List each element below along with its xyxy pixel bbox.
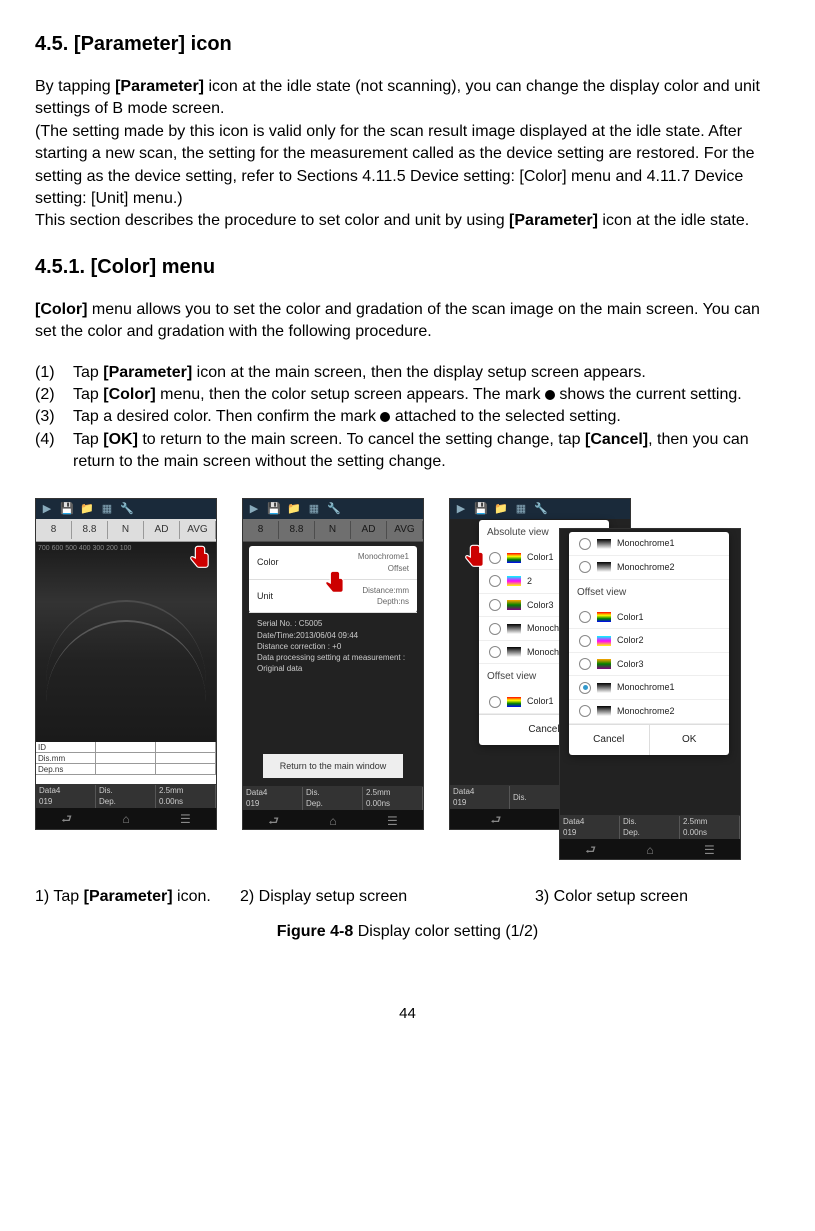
screenshot-display-setup: ▶ 💾 📁 ▦ 🔧 8 8.8 N AD AVG Color Monochrom… xyxy=(242,498,424,830)
color-option[interactable]: Color1 xyxy=(569,606,729,630)
param-row: 8 8.8 N AD AVG xyxy=(243,519,423,542)
param-cell[interactable]: AD xyxy=(144,521,180,539)
device-info: Serial No. : C5005 Date/Time:2013/06/04 … xyxy=(249,614,417,678)
wrench-icon[interactable]: 🔧 xyxy=(534,502,548,516)
save-icon[interactable]: 💾 xyxy=(474,502,488,516)
screenshot-main: ▶ 💾 📁 ▦ 🔧 8 8.8 N AD AVG 700 600 500 400… xyxy=(35,498,217,830)
data-footer: Data4019 Dis.Dep. 2.5mm0.00ns xyxy=(243,786,423,810)
color-intro: [Color] menu allows you to set the color… xyxy=(35,299,780,344)
param-cell[interactable]: AVG xyxy=(180,521,216,539)
step-number: (4) xyxy=(35,429,73,474)
play-icon[interactable]: ▶ xyxy=(454,502,468,516)
color-option[interactable]: Monochrome2 xyxy=(569,700,729,724)
folder-icon[interactable]: 📁 xyxy=(494,502,508,516)
step-text: Tap [Color] menu, then the color setup s… xyxy=(73,384,780,406)
back-icon[interactable]: ⮐ xyxy=(268,813,279,830)
step-text: Tap a desired color. Then confirm the ma… xyxy=(73,406,780,428)
bullet-mark-icon xyxy=(545,390,555,400)
folder-icon[interactable]: 📁 xyxy=(80,502,94,516)
color-option[interactable]: Monochrome2 xyxy=(569,556,729,580)
grid-icon[interactable]: ▦ xyxy=(514,502,528,516)
offset-view-header: Offset view xyxy=(569,580,729,606)
bullet-mark-icon xyxy=(380,412,390,422)
color-option[interactable]: Monochrome1 xyxy=(569,676,729,700)
x-ruler: 700 600 500 400 300 200 100 xyxy=(36,542,133,556)
result-grid: ID Dis.mm Dep.ns xyxy=(36,742,216,784)
back-icon[interactable]: ⮐ xyxy=(585,842,596,859)
figures-row: ▶ 💾 📁 ▦ 🔧 8 8.8 N AD AVG 700 600 500 400… xyxy=(35,498,780,868)
recent-icon[interactable]: ☰ xyxy=(387,813,398,830)
play-icon[interactable]: ▶ xyxy=(247,502,261,516)
page-number: 44 xyxy=(35,1003,780,1024)
back-icon[interactable]: ⮐ xyxy=(490,812,501,829)
step-text: Tap [Parameter] icon at the main screen,… xyxy=(73,362,780,384)
step-text: Tap [OK] to return to the main screen. T… xyxy=(73,429,780,474)
figure-captions-row: 1) Tap [Parameter] icon. 2) Display setu… xyxy=(35,886,780,908)
home-icon[interactable]: ⌂ xyxy=(122,811,129,828)
save-icon[interactable]: 💾 xyxy=(267,502,281,516)
recent-icon[interactable]: ☰ xyxy=(180,811,191,828)
save-icon[interactable]: 💾 xyxy=(60,502,74,516)
step-number: (3) xyxy=(35,406,73,428)
grid-icon[interactable]: ▦ xyxy=(100,502,114,516)
color-option[interactable]: Monochrome1 xyxy=(569,532,729,556)
param-cell[interactable]: 8.8 xyxy=(72,521,108,539)
ok-button[interactable]: OK xyxy=(649,724,730,755)
return-button[interactable]: Return to the main window xyxy=(263,754,403,779)
param-cell[interactable]: N xyxy=(108,521,144,539)
figure-caption: Figure 4-8 Display color setting (1/2) xyxy=(35,921,780,943)
param-cell[interactable]: 8 xyxy=(36,521,72,539)
play-icon[interactable]: ▶ xyxy=(40,502,54,516)
grid-icon[interactable]: ▦ xyxy=(307,502,321,516)
data-footer: Data4019 Dis.Dep. 2.5mm0.00ns xyxy=(36,784,216,808)
pointing-hand-icon xyxy=(186,544,214,572)
color-option[interactable]: Color3 xyxy=(569,653,729,677)
section-heading: 4.5. [Parameter] icon xyxy=(35,30,780,58)
caption-3: 3) Color setup screen xyxy=(535,886,780,908)
home-icon[interactable]: ⌂ xyxy=(329,813,336,830)
pointing-hand-icon xyxy=(461,543,489,571)
color-popup-full: Monochrome1 Monochrome2 Offset view Colo… xyxy=(569,532,729,754)
screenshot-color-setup: ▶ 💾 📁 ▦ 🔧 Data4019 Dis. ⮐ ⌂ Absolute vie… xyxy=(449,498,739,868)
wrench-icon[interactable]: 🔧 xyxy=(120,502,134,516)
pointing-hand-icon xyxy=(321,569,349,597)
scan-image: 700 600 500 400 300 200 100 xyxy=(36,542,216,742)
android-nav: ⮐ ⌂ ☰ xyxy=(243,810,423,830)
folder-icon[interactable]: 📁 xyxy=(287,502,301,516)
steps-list: (1) Tap [Parameter] icon at the main scr… xyxy=(35,362,780,474)
step-number: (2) xyxy=(35,384,73,406)
cancel-button[interactable]: Cancel xyxy=(569,724,649,755)
home-icon[interactable]: ⌂ xyxy=(646,842,653,859)
wrench-icon[interactable]: 🔧 xyxy=(327,502,341,516)
color-option[interactable]: Color2 xyxy=(569,629,729,653)
param-row: 8 8.8 N AD AVG xyxy=(36,519,216,542)
back-icon[interactable]: ⮐ xyxy=(61,811,72,828)
intro-paragraph: By tapping [Parameter] icon at the idle … xyxy=(35,76,780,233)
recent-icon[interactable]: ☰ xyxy=(704,842,715,859)
caption-2: 2) Display setup screen xyxy=(240,886,535,908)
subsection-heading: 4.5.1. [Color] menu xyxy=(35,253,780,281)
app-toolbar: ▶ 💾 📁 ▦ 🔧 xyxy=(36,499,216,519)
caption-1: 1) Tap [Parameter] icon. xyxy=(35,886,240,908)
android-nav: ⮐ ⌂ ☰ xyxy=(36,808,216,830)
app-toolbar: ▶ 💾 📁 ▦ 🔧 xyxy=(243,499,423,519)
step-number: (1) xyxy=(35,362,73,384)
